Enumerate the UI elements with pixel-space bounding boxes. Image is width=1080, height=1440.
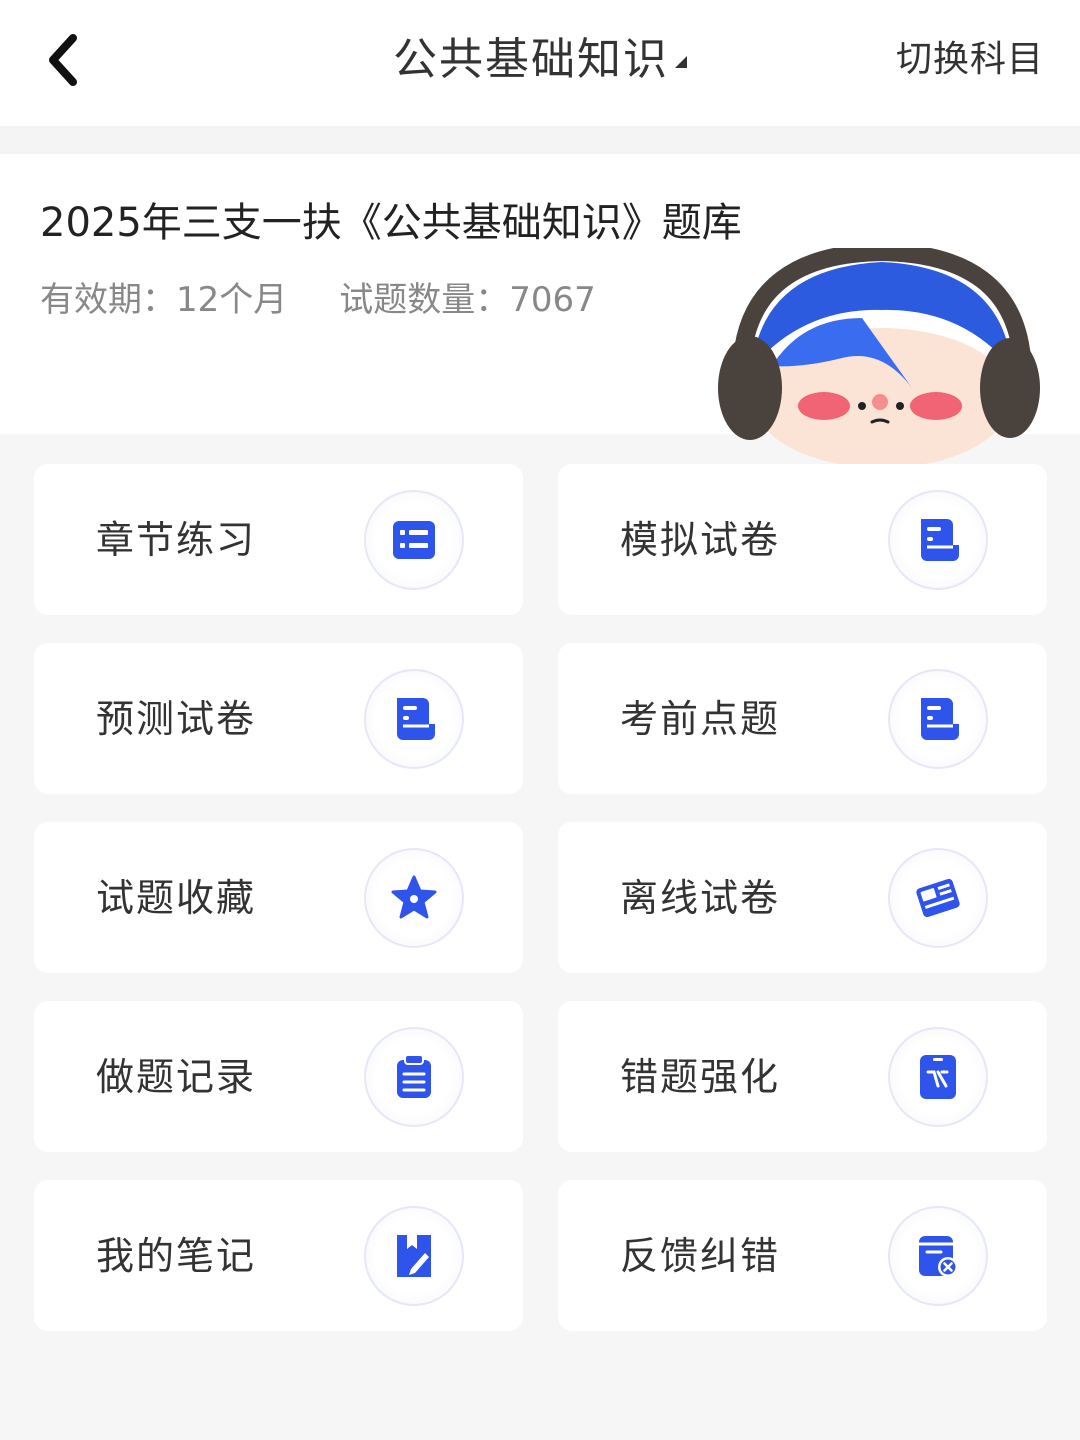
top-bar: 公共基础知识 切换科目	[0, 0, 1080, 126]
bank-meta: 有效期：12个月 试题数量：7067	[40, 278, 596, 322]
book-icon	[888, 848, 988, 948]
clipboard-icon	[364, 1027, 464, 1127]
menu-card[interactable]: 做题记录	[34, 1001, 523, 1152]
menu-card-label: 考前点题	[620, 697, 781, 741]
note-icon	[364, 1206, 464, 1306]
count-label: 试题数量：	[339, 280, 510, 320]
menu-card-label: 我的笔记	[96, 1234, 257, 1278]
menu-card[interactable]: 考前点题	[558, 643, 1047, 794]
menu-card[interactable]: 反馈纠错	[558, 1180, 1047, 1331]
divider	[0, 126, 1080, 154]
mascot-headphones-illustration	[718, 248, 1040, 468]
validity-label: 有效期：	[40, 280, 176, 320]
feedback-icon	[888, 1206, 988, 1306]
paper-icon	[364, 669, 464, 769]
list-icon	[364, 490, 464, 590]
menu-card[interactable]: 错题强化	[558, 1001, 1047, 1152]
paper-icon	[888, 490, 988, 590]
menu-card-label: 预测试卷	[96, 697, 257, 741]
menu-card[interactable]: 预测试卷	[34, 643, 523, 794]
switch-subject-button[interactable]: 切换科目	[896, 36, 1044, 84]
menu-card-label: 试题收藏	[96, 876, 257, 920]
menu-card-label: 章节练习	[96, 518, 257, 562]
tablet-icon	[888, 1027, 988, 1127]
menu-card-label: 反馈纠错	[620, 1234, 781, 1278]
menu-card-label: 模拟试卷	[620, 518, 781, 562]
validity-value: 12个月	[176, 280, 288, 320]
star-icon	[364, 848, 464, 948]
menu-card-label: 做题记录	[96, 1055, 257, 1099]
menu-card[interactable]: 模拟试卷	[558, 464, 1047, 615]
menu-card[interactable]: 离线试卷	[558, 822, 1047, 973]
dropdown-caret-icon	[675, 56, 687, 68]
menu-card[interactable]: 试题收藏	[34, 822, 523, 973]
menu-card-label: 错题强化	[620, 1055, 781, 1099]
feature-menu-grid: 章节练习 模拟试卷预测试卷 考前点题试题收藏 离线试卷做题记录 错题强化我的笔记 反馈纠错	[34, 464, 1047, 1331]
bank-title: 2025年三支一扶《公共基础知识》题库	[40, 200, 742, 246]
count-value: 7067	[509, 280, 596, 320]
menu-card[interactable]: 我的笔记	[34, 1180, 523, 1331]
page-title-text: 公共基础知识	[393, 34, 669, 85]
paper-icon	[888, 669, 988, 769]
menu-card-label: 离线试卷	[620, 876, 781, 920]
menu-card[interactable]: 章节练习	[34, 464, 523, 615]
